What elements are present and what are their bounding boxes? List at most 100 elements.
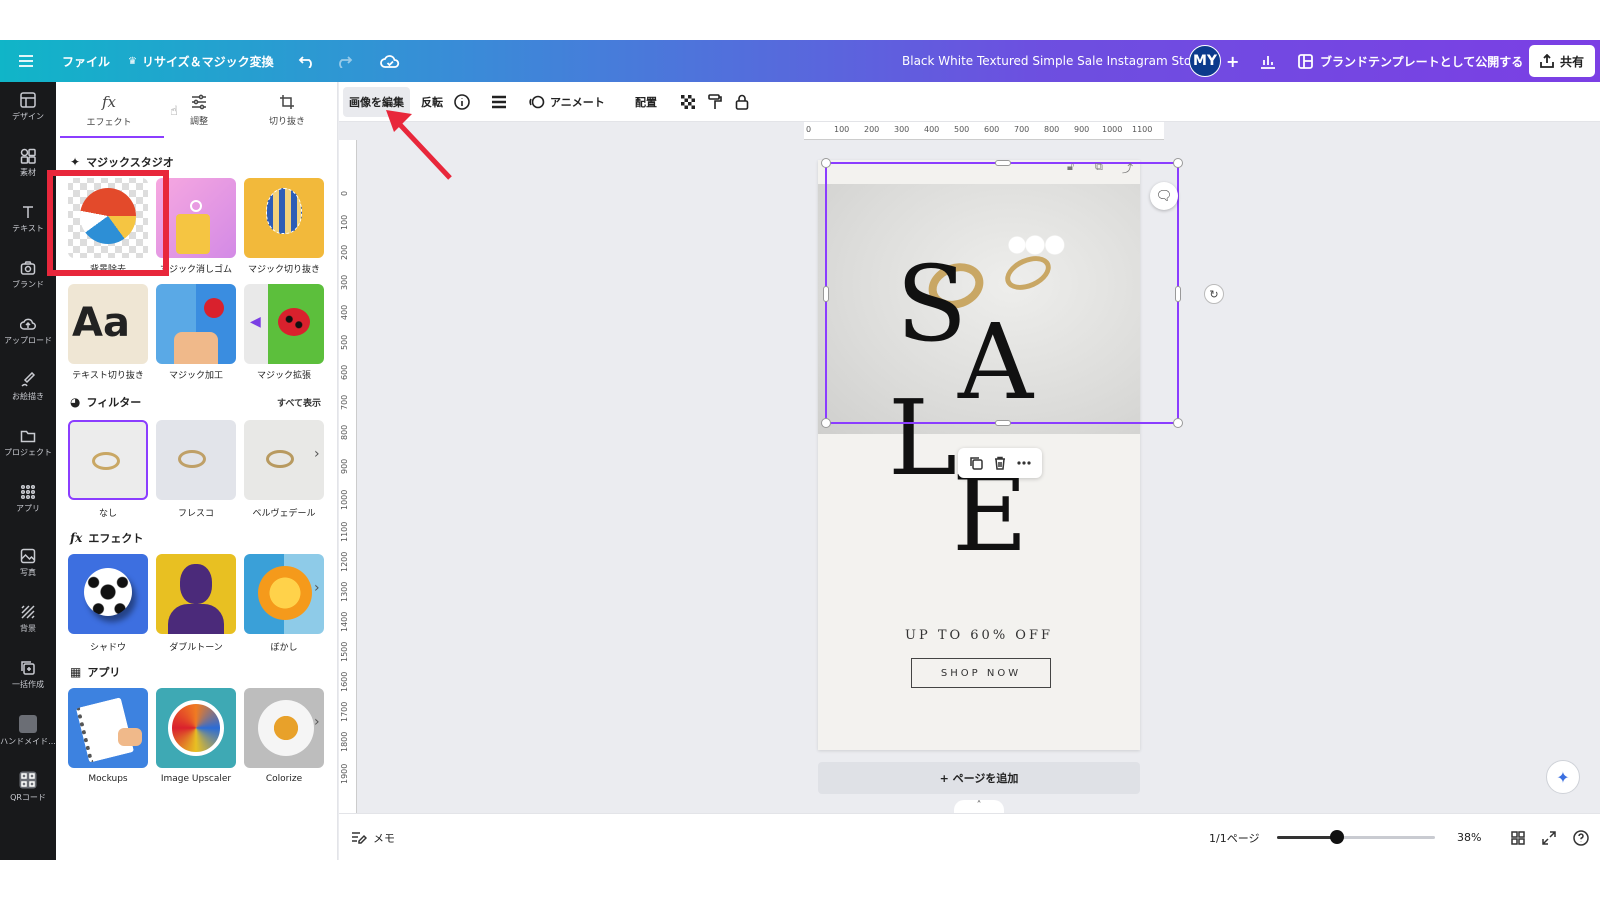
- cloud-save-button[interactable]: [380, 40, 400, 82]
- filter-tile-fresco[interactable]: [156, 420, 236, 500]
- rotate-handle[interactable]: ↻: [1204, 284, 1224, 304]
- rail-item-background[interactable]: 背景: [0, 594, 56, 644]
- filter-label-none: なし: [98, 509, 117, 519]
- grid-view-button[interactable]: [1511, 814, 1525, 860]
- page-add-icon[interactable]: ⤴: [1122, 160, 1133, 176]
- rail-label: 写真: [20, 568, 36, 577]
- filter-tile-belvedere[interactable]: [244, 420, 324, 500]
- add-page-button[interactable]: + ページを追加: [818, 762, 1140, 794]
- selection-frame[interactable]: [821, 158, 1183, 428]
- magic-tile-expand[interactable]: ◀: [244, 284, 324, 364]
- more-options-icon[interactable]: [1017, 461, 1031, 465]
- filter-tile-none[interactable]: [68, 420, 148, 500]
- add-collaborator-button[interactable]: +: [1226, 40, 1239, 82]
- rail-item-handmade[interactable]: ハンドメイド...: [0, 706, 56, 756]
- rail-item-upload[interactable]: アップロード: [0, 306, 56, 356]
- apps-next-arrow[interactable]: ›: [314, 714, 320, 730]
- rail-item-draw[interactable]: お絵描き: [0, 362, 56, 412]
- effect-tile-blur[interactable]: [244, 554, 324, 634]
- ruler-tick: 1900: [340, 763, 349, 784]
- effect-tile-duotone[interactable]: [156, 554, 236, 634]
- filters-see-all-link[interactable]: すべて表示: [277, 396, 321, 409]
- tab-crop[interactable]: 切り抜き: [254, 82, 320, 138]
- upload-share-icon: [1540, 54, 1554, 68]
- effects-next-arrow[interactable]: ›: [314, 580, 320, 596]
- fullscreen-button[interactable]: [1542, 814, 1556, 860]
- photo-icon: [20, 548, 36, 564]
- page-count[interactable]: 1/1ページ: [1209, 814, 1259, 860]
- resize-handle-top[interactable]: [995, 160, 1011, 166]
- expand-pages-button[interactable]: ˄: [954, 800, 1004, 814]
- comment-button[interactable]: 🗨︎: [1150, 182, 1178, 210]
- effect-tile-shadow[interactable]: [68, 554, 148, 634]
- avatar[interactable]: MY: [1189, 45, 1221, 77]
- resize-handle-right[interactable]: [1175, 286, 1181, 302]
- redo-button[interactable]: [335, 40, 353, 82]
- tab-effects[interactable]: fx エフェクト: [76, 82, 142, 138]
- filters-next-arrow[interactable]: ›: [314, 446, 320, 462]
- file-menu[interactable]: ファイル: [62, 40, 110, 82]
- trash-icon[interactable]: [993, 456, 1007, 470]
- notes-button[interactable]: メモ: [351, 814, 395, 860]
- resize-handle-top-right[interactable]: [1173, 158, 1183, 168]
- zoom-slider-knob[interactable]: [1330, 830, 1345, 844]
- bulk-create-icon: [21, 661, 35, 675]
- folder-icon: [20, 430, 36, 443]
- ring-thumbnail: [266, 450, 294, 468]
- discount-text[interactable]: UP TO 60% OFF: [818, 628, 1140, 643]
- zoom-level[interactable]: 38%: [1457, 814, 1481, 860]
- menu-button[interactable]: [18, 40, 34, 82]
- insights-button[interactable]: [1260, 40, 1276, 82]
- publish-template-button[interactable]: ブランドテンプレートとして公開する: [1298, 40, 1523, 82]
- ruler-tick: 300: [340, 274, 349, 290]
- shop-now-button[interactable]: SHOP NOW: [911, 658, 1051, 688]
- rail-label: 背景: [20, 624, 36, 633]
- resize-label: リサイズ＆マジック変換: [141, 54, 274, 69]
- magic-tile-grab[interactable]: [244, 178, 324, 258]
- border-style-button[interactable]: [491, 82, 507, 122]
- butterfly-icon: [168, 700, 224, 756]
- page-duplicate-icon[interactable]: ⧉: [1095, 160, 1103, 174]
- position-button[interactable]: 配置: [635, 82, 657, 122]
- resize-handle-bottom-left[interactable]: [821, 418, 831, 428]
- animate-button[interactable]: アニメート: [529, 82, 605, 122]
- magic-assistant-button[interactable]: ✦: [1546, 760, 1580, 794]
- rail-item-apps[interactable]: アプリ: [0, 474, 56, 524]
- ruler-tick: 400: [924, 125, 940, 134]
- ruler-tick: 1400: [340, 611, 349, 632]
- duplicate-icon[interactable]: [969, 456, 983, 470]
- rail-item-design[interactable]: デザイン: [0, 82, 56, 132]
- rail-item-projects[interactable]: プロジェクト: [0, 418, 56, 468]
- ruler-tick: 900: [1074, 125, 1090, 134]
- share-button[interactable]: 共有: [1529, 45, 1595, 77]
- rail-item-qr-code[interactable]: QRコード: [0, 762, 56, 812]
- rail-item-photos[interactable]: 写真: [0, 538, 56, 588]
- app-tile-colorize[interactable]: [244, 688, 324, 768]
- zoom-slider[interactable]: [1277, 830, 1435, 844]
- ruler-tick: 0: [806, 125, 812, 134]
- lock-button[interactable]: [735, 82, 749, 122]
- magic-tile-text-grab[interactable]: Aa: [68, 284, 148, 364]
- undo-button[interactable]: [298, 40, 316, 82]
- document-title[interactable]: Black White Textured Simple Sale Instagr…: [902, 40, 1203, 82]
- ruler-tick: 1500: [340, 641, 349, 662]
- resize-handle-bottom-right[interactable]: [1173, 418, 1183, 428]
- magic-tile-edit[interactable]: [156, 284, 236, 364]
- tab-label: 調整: [189, 116, 208, 127]
- page-lock-icon[interactable]: 🔓︎: [1067, 160, 1074, 174]
- copy-style-button[interactable]: [708, 82, 722, 122]
- resize-handle-bottom[interactable]: [995, 420, 1011, 426]
- resize-handle-left[interactable]: [823, 286, 829, 302]
- effect-label-duotone: ダブルトーン: [169, 643, 223, 653]
- app-tile-image-upscaler[interactable]: [156, 688, 236, 768]
- resize-handle-top-left[interactable]: [821, 158, 831, 168]
- resize-magic-button[interactable]: ♛ リサイズ＆マジック変換: [128, 40, 274, 82]
- rail-label: ブランド: [12, 280, 44, 289]
- handmade-icon: [19, 715, 37, 733]
- filters-title: ◕ フィルター: [70, 395, 142, 409]
- rail-label: デザイン: [12, 112, 44, 121]
- rail-item-bulk-create[interactable]: 一括作成: [0, 650, 56, 700]
- app-tile-mockups[interactable]: [68, 688, 148, 768]
- help-button[interactable]: [1573, 814, 1589, 860]
- transparency-button[interactable]: [681, 82, 695, 122]
